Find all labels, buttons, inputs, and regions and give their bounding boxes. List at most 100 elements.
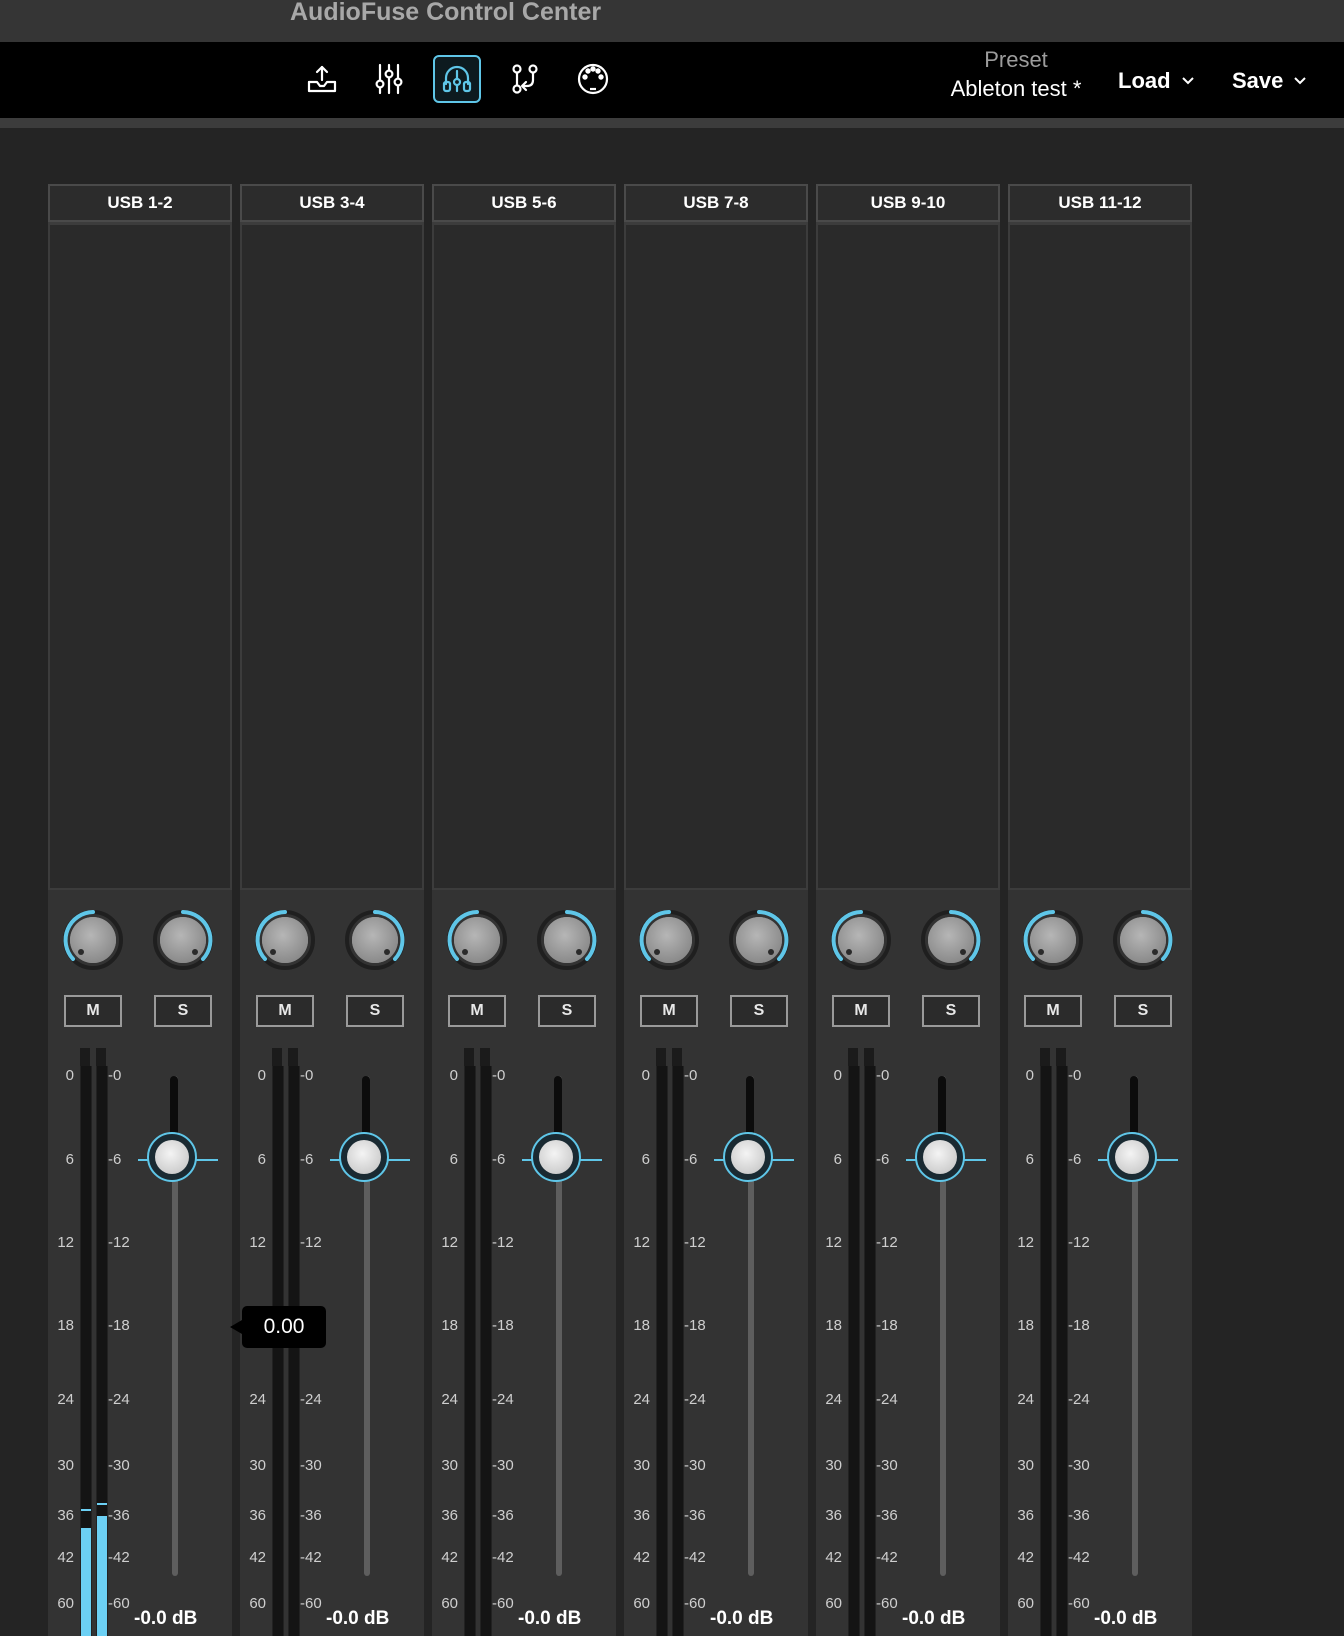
channel-insert-area <box>432 222 616 890</box>
pan-right-knob[interactable] <box>1110 907 1176 973</box>
scale-tick-right: -0 <box>300 1067 314 1084</box>
scale-tick-left: 24 <box>57 1391 74 1408</box>
pan-left-knob[interactable] <box>828 907 894 973</box>
pan-right-knob[interactable] <box>342 907 408 973</box>
scale-tick-left: 42 <box>633 1549 650 1566</box>
pan-left-knob[interactable] <box>60 907 126 973</box>
preset-name[interactable]: Ableton test * <box>942 76 1090 102</box>
scale-tick-left: 60 <box>1017 1595 1034 1612</box>
fader-handle[interactable] <box>1115 1140 1149 1174</box>
scale-tick-right: -42 <box>1068 1549 1090 1566</box>
scale-tick-left: 60 <box>249 1595 266 1612</box>
fader-handle[interactable] <box>731 1140 765 1174</box>
toolbar-routing-button[interactable] <box>501 55 549 103</box>
scale-tick-left: 0 <box>257 1067 266 1084</box>
channel-name[interactable]: USB 9-10 <box>816 184 1000 222</box>
scale-tick-right: -6 <box>876 1151 890 1168</box>
scale-tick-left: 30 <box>57 1457 74 1474</box>
solo-button[interactable]: S <box>154 995 212 1027</box>
mute-button[interactable]: M <box>640 995 698 1027</box>
scale-tick-left: 60 <box>57 1595 74 1612</box>
scale-tick-left: 60 <box>633 1595 650 1612</box>
meter-cap <box>288 1048 298 1066</box>
solo-button[interactable]: S <box>538 995 596 1027</box>
solo-button[interactable]: S <box>730 995 788 1027</box>
solo-button[interactable]: S <box>346 995 404 1027</box>
channel-insert-area <box>240 222 424 890</box>
pan-right-knob[interactable] <box>918 907 984 973</box>
channel-name[interactable]: USB 1-2 <box>48 184 232 222</box>
toolbar-monitor-button[interactable] <box>433 55 481 103</box>
scale-tick-left: 6 <box>1025 1151 1034 1168</box>
meter-cap <box>272 1048 282 1066</box>
scale-tick-left: 6 <box>65 1151 74 1168</box>
scale-tick-right: -24 <box>684 1391 706 1408</box>
mute-button[interactable]: M <box>64 995 122 1027</box>
mute-button[interactable]: M <box>832 995 890 1027</box>
load-button[interactable]: Load <box>1118 64 1195 98</box>
pan-left-knob[interactable] <box>444 907 510 973</box>
pan-right-knob[interactable] <box>726 907 792 973</box>
scale-tick-left: 30 <box>441 1457 458 1474</box>
scale-tick-left: 36 <box>57 1507 74 1524</box>
level-meter-l <box>848 1066 860 1636</box>
channel-name[interactable]: USB 11-12 <box>1008 184 1192 222</box>
scale-tick-left: 12 <box>57 1234 74 1251</box>
upload-tray-icon <box>307 65 337 93</box>
channel-strip: USB 9-10 MS 0 -0 6 -6 12 -12 18 -18 24 -… <box>816 184 1000 1636</box>
sliders-icon <box>375 63 403 95</box>
scale-tick-left: 30 <box>825 1457 842 1474</box>
fader-handle[interactable] <box>155 1140 189 1174</box>
scale-tick-right: -24 <box>1068 1391 1090 1408</box>
scale-tick-left: 0 <box>833 1067 842 1084</box>
mute-button[interactable]: M <box>1024 995 1082 1027</box>
scale-tick-left: 18 <box>825 1317 842 1334</box>
channel-strip: USB 1-2 MS 0 -0 6 -6 12 -12 18 -18 24 -2… <box>48 184 232 1636</box>
level-meter-l <box>464 1066 476 1636</box>
save-button[interactable]: Save <box>1232 64 1307 98</box>
scale-tick-right: -42 <box>684 1549 706 1566</box>
pan-right-knob[interactable] <box>534 907 600 973</box>
fader-track-top <box>938 1076 946 1136</box>
scale-tick-left: 42 <box>249 1549 266 1566</box>
meter-cap <box>96 1048 106 1066</box>
fader-handle[interactable] <box>923 1140 957 1174</box>
level-meter-l <box>272 1066 284 1636</box>
meter-cap <box>80 1048 90 1066</box>
scale-tick-left: 42 <box>1017 1549 1034 1566</box>
scale-tick-right: -42 <box>108 1549 130 1566</box>
mute-button[interactable]: M <box>448 995 506 1027</box>
channel-name[interactable]: USB 5-6 <box>432 184 616 222</box>
toolbar-mixer-button[interactable] <box>365 55 413 103</box>
pan-left-knob[interactable] <box>636 907 702 973</box>
solo-button[interactable]: S <box>922 995 980 1027</box>
scale-tick-right: -12 <box>876 1234 898 1251</box>
level-meter-r <box>288 1066 300 1636</box>
toolbar-midi-button[interactable] <box>569 55 617 103</box>
scale-tick-right: -30 <box>1068 1457 1090 1474</box>
scale-tick-right: -12 <box>300 1234 322 1251</box>
channel-name[interactable]: USB 3-4 <box>240 184 424 222</box>
solo-button[interactable]: S <box>1114 995 1172 1027</box>
scale-tick-right: -18 <box>684 1317 706 1334</box>
level-meter-r <box>96 1066 108 1636</box>
title-bar: AudioFuse Control Center <box>0 0 1344 42</box>
channel-name[interactable]: USB 7-8 <box>624 184 808 222</box>
scale-tick-right: -6 <box>492 1151 506 1168</box>
scale-tick-left: 12 <box>441 1234 458 1251</box>
mute-button[interactable]: M <box>256 995 314 1027</box>
scale-tick-left: 12 <box>1017 1234 1034 1251</box>
level-meter-r <box>1056 1066 1068 1636</box>
scale-tick-right: -6 <box>1068 1151 1082 1168</box>
pan-left-knob[interactable] <box>252 907 318 973</box>
fader-handle[interactable] <box>347 1140 381 1174</box>
level-meter-r <box>480 1066 492 1636</box>
level-meter-l <box>80 1066 92 1636</box>
scale-tick-right: -12 <box>108 1234 130 1251</box>
scale-tick-right: -12 <box>684 1234 706 1251</box>
pan-left-knob[interactable] <box>1020 907 1086 973</box>
fader-handle[interactable] <box>539 1140 573 1174</box>
meter-cap <box>1056 1048 1066 1066</box>
toolbar-upload-button[interactable] <box>298 55 346 103</box>
pan-right-knob[interactable] <box>150 907 216 973</box>
